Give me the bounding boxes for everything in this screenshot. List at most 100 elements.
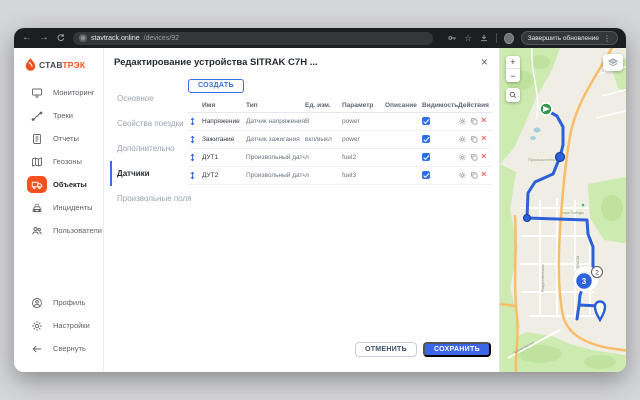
sidebar: СТАВТРЭК Мониторинг bbox=[14, 48, 104, 372]
sensor-unit: л bbox=[305, 172, 342, 179]
table-row: ДУТ2 Произвольный датчик л fuel3 × bbox=[188, 167, 492, 185]
sidebar-item-settings[interactable]: Настройки bbox=[14, 314, 103, 337]
sensor-unit: В bbox=[305, 118, 342, 125]
delete-icon[interactable]: × bbox=[481, 171, 487, 179]
download-icon[interactable] bbox=[479, 33, 489, 44]
url-host: stavtrack.online bbox=[91, 35, 140, 42]
dialog-title: Редактирование устройства SITRAK C7H ... bbox=[114, 57, 318, 68]
reorder-icon[interactable] bbox=[188, 116, 202, 127]
key-icon[interactable] bbox=[447, 33, 457, 44]
edit-device-dialog: Редактирование устройства SITRAK C7H ...… bbox=[104, 48, 499, 372]
sidebar-item-profile[interactable]: Профиль bbox=[14, 291, 103, 314]
browser-window: ← → stavtrack.online/devices/92 ☆ bbox=[14, 28, 626, 372]
browser-avatar[interactable] bbox=[504, 33, 514, 44]
tab-sensors[interactable]: Датчики bbox=[110, 161, 188, 186]
map-zoom-control: + − bbox=[506, 56, 520, 82]
map-park-label: парк Победы bbox=[562, 211, 584, 215]
visibility-checkbox[interactable] bbox=[422, 171, 430, 179]
gear-icon[interactable] bbox=[458, 117, 467, 126]
copy-icon[interactable] bbox=[470, 135, 479, 144]
waypoint-marker[interactable] bbox=[555, 153, 564, 162]
table-row: Зажигание Датчик зажигания вкл/выкл powe… bbox=[188, 131, 492, 149]
map-district-label: Промышленный bbox=[528, 157, 558, 162]
gear-icon[interactable] bbox=[458, 135, 467, 144]
map-search-button[interactable] bbox=[506, 88, 520, 102]
forward-icon[interactable]: → bbox=[39, 28, 49, 48]
dialog-footer: ОТМЕНИТЬ СОХРАНИТЬ bbox=[355, 342, 491, 357]
reorder-icon[interactable] bbox=[188, 134, 202, 145]
sidebar-item-geozones[interactable]: Геозоны bbox=[14, 150, 103, 173]
map-street-label: Рождественская bbox=[541, 265, 545, 292]
tracks-icon bbox=[27, 107, 47, 124]
cluster-marker[interactable]: 3 2 bbox=[573, 266, 603, 292]
sensor-param: power bbox=[342, 136, 385, 143]
sensor-param: power bbox=[342, 118, 385, 125]
sidebar-nav: Мониторинг Треки bbox=[14, 81, 103, 242]
reports-icon bbox=[27, 130, 47, 147]
copy-icon[interactable] bbox=[470, 153, 479, 162]
tab-trip-properties[interactable]: Свойства поездки bbox=[110, 111, 188, 136]
reorder-icon[interactable] bbox=[188, 170, 202, 181]
visibility-checkbox[interactable] bbox=[422, 117, 430, 125]
tab-additional[interactable]: Дополнительно bbox=[110, 136, 188, 161]
waypoint-marker[interactable] bbox=[523, 215, 530, 222]
gear-icon[interactable] bbox=[458, 171, 467, 180]
visibility-checkbox[interactable] bbox=[422, 135, 430, 143]
sensor-type: Датчик напряжения bbox=[246, 118, 305, 125]
sensor-name: ДУТ2 bbox=[202, 172, 246, 179]
dialog-header: Редактирование устройства SITRAK C7H ...… bbox=[110, 55, 492, 68]
delete-icon[interactable]: × bbox=[481, 117, 487, 125]
kebab-menu-icon[interactable]: ⋮ bbox=[603, 34, 611, 43]
sensor-unit: л bbox=[305, 154, 342, 161]
sensor-name: ДУТ1 bbox=[202, 154, 246, 161]
tab-main[interactable]: Основное bbox=[110, 86, 188, 111]
delete-icon[interactable]: × bbox=[481, 135, 487, 143]
sensor-param: fuel2 bbox=[342, 154, 385, 161]
truck-icon bbox=[27, 176, 47, 193]
copy-icon[interactable] bbox=[470, 171, 479, 180]
sidebar-item-objects[interactable]: Объекты bbox=[14, 173, 103, 196]
url-path: /devices/92 bbox=[144, 35, 179, 42]
sidebar-item-incidents[interactable]: Инциденты bbox=[14, 196, 103, 219]
gear-icon[interactable] bbox=[458, 153, 467, 162]
reload-icon[interactable] bbox=[56, 33, 66, 44]
map-layers-button[interactable] bbox=[603, 54, 623, 71]
sidebar-item-users[interactable]: Пользователи bbox=[14, 219, 103, 242]
users-icon bbox=[27, 222, 47, 239]
finish-update-button[interactable]: Завершить обновление ⋮ bbox=[521, 31, 618, 45]
sidebar-item-collapse[interactable]: Свернуть bbox=[14, 337, 103, 360]
incident-icon bbox=[27, 199, 47, 216]
monitor-icon bbox=[27, 84, 47, 101]
address-bar[interactable]: stavtrack.online/devices/92 bbox=[73, 32, 433, 45]
copy-icon[interactable] bbox=[470, 117, 479, 126]
back-icon[interactable]: ← bbox=[22, 28, 32, 48]
sensor-name: Зажигание bbox=[202, 136, 246, 143]
create-button[interactable]: СОЗДАТЬ bbox=[188, 79, 244, 93]
close-icon[interactable]: × bbox=[479, 57, 490, 67]
flame-icon bbox=[25, 58, 36, 71]
tab-custom-fields[interactable]: Произвольные поля bbox=[110, 186, 188, 211]
search-icon bbox=[509, 91, 517, 99]
sensor-type: Произвольный датчик bbox=[246, 172, 305, 179]
route-end-pin[interactable] bbox=[595, 302, 605, 321]
dialog-tabs: Основное Свойства поездки Дополнительно … bbox=[110, 74, 188, 211]
sidebar-item-tracks[interactable]: Треки bbox=[14, 104, 103, 127]
zoom-out-button[interactable]: − bbox=[506, 69, 520, 82]
sensor-param: fuel3 bbox=[342, 172, 385, 179]
brand-logo[interactable]: СТАВТРЭК bbox=[14, 48, 103, 75]
route-start-marker[interactable] bbox=[540, 103, 552, 115]
sensor-unit: вкл/выкл bbox=[305, 136, 342, 143]
zoom-in-button[interactable]: + bbox=[506, 56, 520, 69]
table-header: Имя Тип Ед. изм. Параметр Описание Видим… bbox=[188, 100, 492, 113]
reorder-icon[interactable] bbox=[188, 152, 202, 163]
sensor-type: Произвольный датчик bbox=[246, 154, 305, 161]
sidebar-item-reports[interactable]: Отчеты bbox=[14, 127, 103, 150]
map-panel[interactable]: Промышленный парк Победы 50 лет ВЛКСМ Ро… bbox=[499, 48, 626, 372]
app-content: СТАВТРЭК Мониторинг bbox=[14, 48, 626, 372]
cancel-button[interactable]: ОТМЕНИТЬ bbox=[355, 342, 417, 357]
delete-icon[interactable]: × bbox=[481, 153, 487, 161]
bookmark-star-icon[interactable]: ☆ bbox=[464, 33, 472, 44]
visibility-checkbox[interactable] bbox=[422, 153, 430, 161]
save-button[interactable]: СОХРАНИТЬ bbox=[423, 342, 491, 357]
sidebar-item-monitoring[interactable]: Мониторинг bbox=[14, 81, 103, 104]
